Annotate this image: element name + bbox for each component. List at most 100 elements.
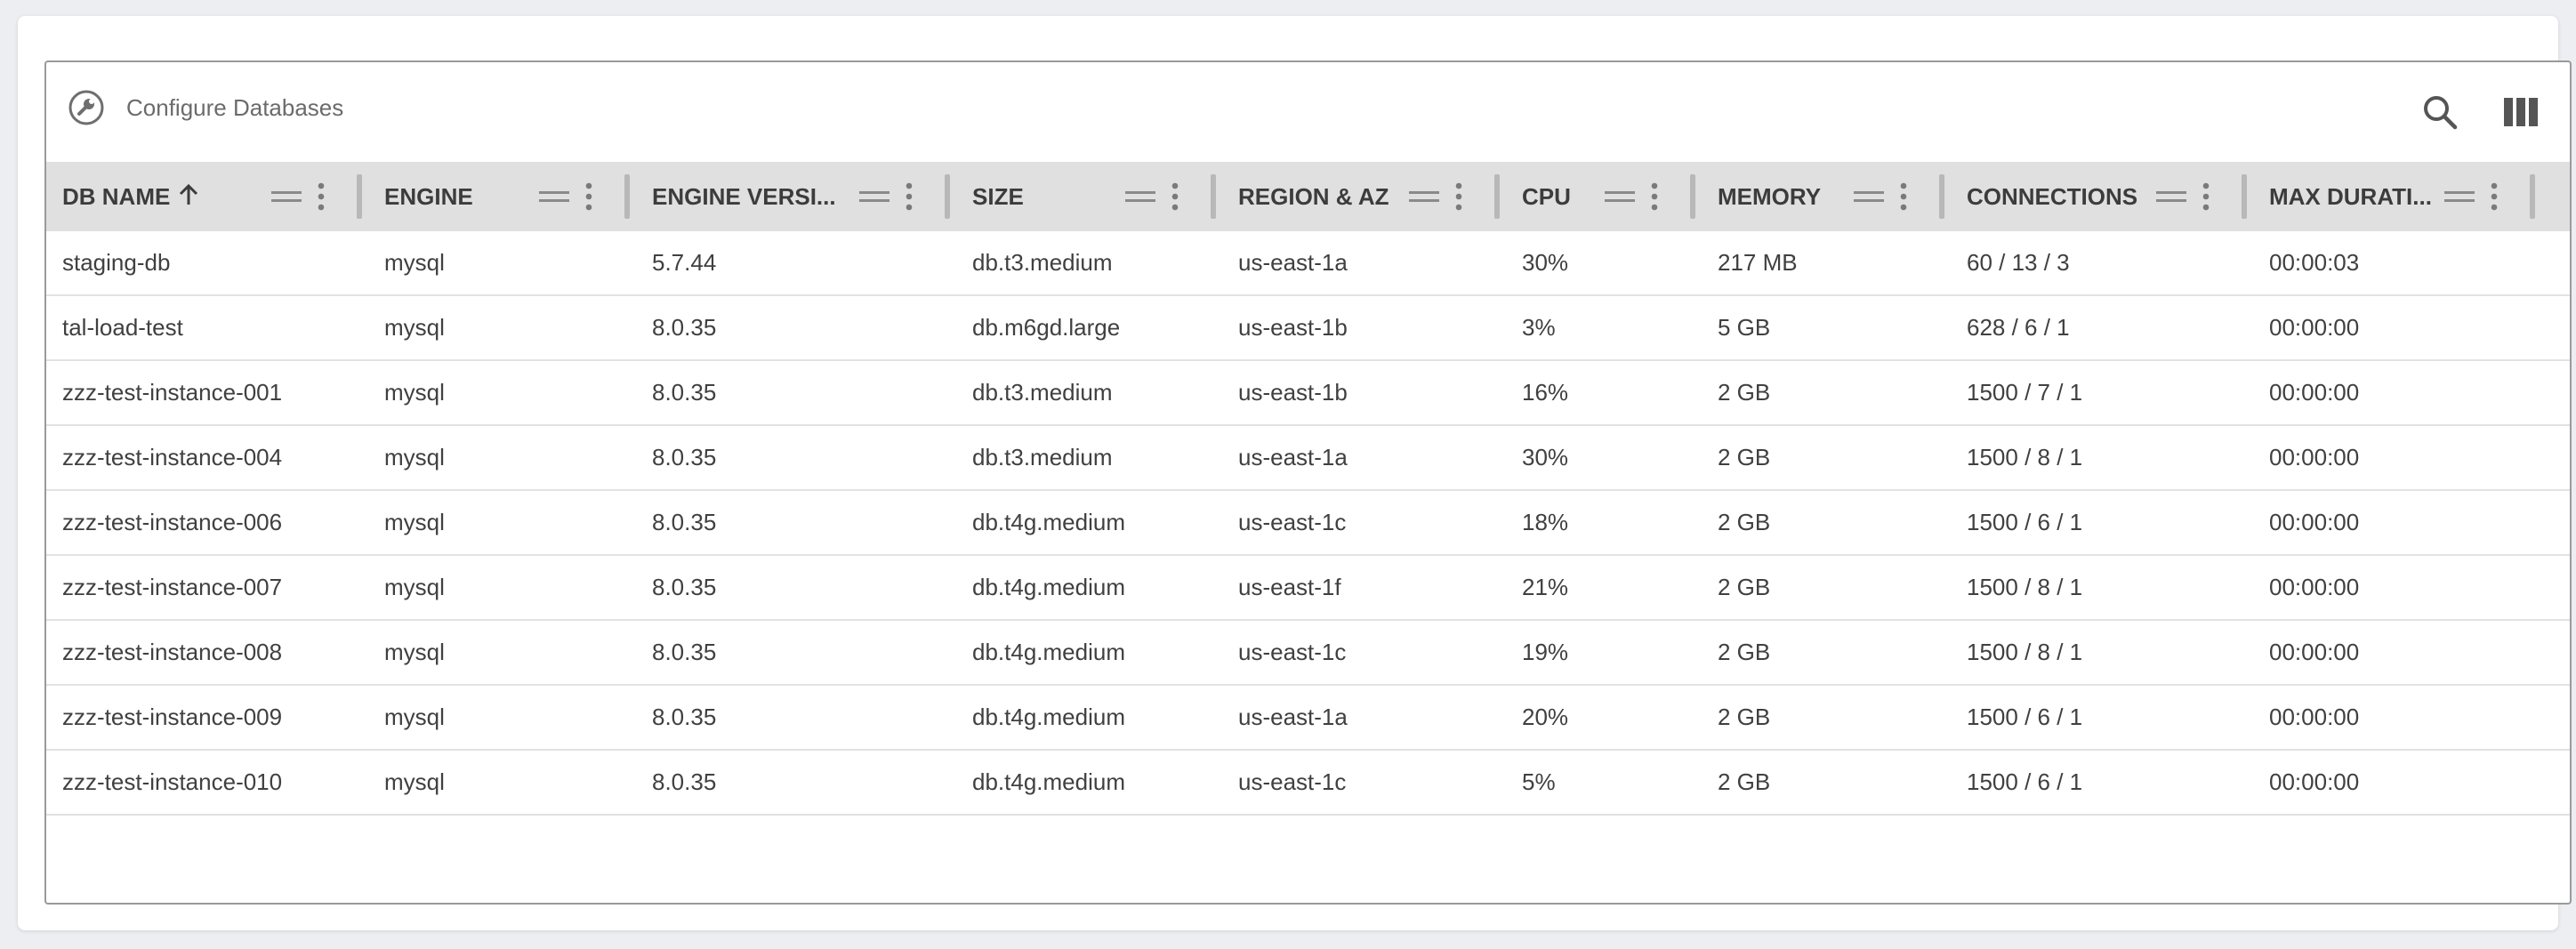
cell-memory: 2 GB (1718, 639, 1771, 665)
cell-cpu: 18% (1522, 509, 1569, 535)
cell-name: zzz-test-instance-007 (62, 574, 283, 600)
column-menu-icon[interactable] (2491, 181, 2498, 212)
cell-memory: 2 GB (1718, 509, 1771, 535)
column-menu-icon[interactable] (2202, 181, 2210, 212)
cell-name: zzz-test-instance-008 (62, 639, 283, 665)
cell-region: us-east-1c (1238, 509, 1347, 535)
drag-handle-icon[interactable] (1125, 191, 1155, 204)
column-header-duration[interactable]: MAX DURATI... (2253, 162, 2542, 231)
column-resize-handle[interactable] (1939, 174, 1944, 219)
column-resize-handle[interactable] (1690, 174, 1695, 219)
cell-engine: mysql (384, 768, 445, 795)
drag-handle-icon[interactable] (2156, 191, 2186, 204)
column-resize-handle[interactable] (2530, 174, 2535, 219)
drag-handle-icon[interactable] (859, 191, 890, 204)
cell-region: us-east-1a (1238, 444, 1348, 470)
drag-handle-icon[interactable] (1605, 191, 1635, 204)
cell-memory: 5 GB (1718, 314, 1771, 341)
cell-size: db.t3.medium (972, 444, 1113, 470)
drag-handle-icon[interactable] (1409, 191, 1439, 204)
column-header-label: CONNECTIONS (1967, 183, 2138, 210)
column-resize-handle[interactable] (1494, 174, 1500, 219)
column-resize-handle[interactable] (357, 174, 362, 219)
search-icon[interactable] (2420, 92, 2459, 132)
cell-duration: 00:00:00 (2269, 444, 2360, 470)
column-menu-icon[interactable] (906, 181, 913, 212)
column-header-connections[interactable]: CONNECTIONS (1951, 162, 2254, 231)
cell-duration: 00:00:00 (2269, 768, 2360, 795)
cell-engine: mysql (384, 379, 445, 406)
cell-name: zzz-test-instance-006 (62, 509, 283, 535)
table-row[interactable]: zzz-test-instance-007 mysql 8.0.35 db.t4g.m… (46, 556, 2570, 621)
cell-size: db.t3.medium (972, 379, 1113, 406)
table-row[interactable]: zzz-test-instance-004 mysql 8.0.35 db.t3.me… (46, 426, 2570, 491)
column-header-name[interactable]: DB NAME (46, 162, 369, 231)
column-header-engine[interactable]: ENGINE (368, 162, 637, 231)
drag-handle-icon[interactable] (2444, 191, 2475, 204)
column-resize-handle[interactable] (2242, 174, 2247, 219)
column-header-region[interactable]: REGION & AZ (1222, 162, 1507, 231)
cell-engine: mysql (384, 249, 445, 276)
column-resize-handle[interactable] (1211, 174, 1216, 219)
column-header-version[interactable]: ENGINE VERSI... (636, 162, 957, 231)
cell-cpu: 3% (1522, 314, 1556, 341)
table-row[interactable]: tal-load-test mysql 8.0.35 db.m6gd.large us-… (46, 296, 2570, 361)
cell-memory: 2 GB (1718, 704, 1771, 730)
cell-memory: 217 MB (1718, 249, 1798, 276)
cell-memory: 2 GB (1718, 574, 1771, 600)
column-menu-icon[interactable] (1900, 181, 1907, 212)
main-card: Configure Databases DB NAME ENGINE ENGINE … (18, 16, 2572, 930)
column-menu-icon[interactable] (318, 181, 325, 212)
column-header-label: MEMORY (1718, 183, 1822, 210)
cell-memory: 2 GB (1718, 444, 1771, 470)
column-menu-icon[interactable] (1651, 181, 1658, 212)
drag-handle-icon[interactable] (539, 191, 569, 204)
cell-connections: 1500 / 6 / 1 (1967, 768, 2083, 795)
column-menu-icon[interactable] (1455, 181, 1462, 212)
table-row[interactable]: zzz-test-instance-006 mysql 8.0.35 db.t4g.m… (46, 491, 2570, 556)
cell-connections: 1500 / 7 / 1 (1967, 379, 2083, 406)
cell-region: us-east-1c (1238, 639, 1347, 665)
drag-handle-icon[interactable] (271, 191, 302, 204)
column-header-label: DB NAME (62, 183, 171, 210)
cell-engine: mysql (384, 314, 445, 341)
drag-handle-icon[interactable] (1854, 191, 1884, 204)
view-columns-icon[interactable] (2504, 98, 2538, 126)
cell-connections: 60 / 13 / 3 (1967, 249, 2070, 276)
column-header-memory[interactable]: MEMORY (1702, 162, 1952, 231)
cell-connections: 1500 / 8 / 1 (1967, 639, 2083, 665)
cell-duration: 00:00:00 (2269, 639, 2360, 665)
cell-version: 8.0.35 (652, 314, 717, 341)
cell-engine: mysql (384, 444, 445, 470)
table-row[interactable]: zzz-test-instance-009 mysql 8.0.35 db.t4g.m… (46, 686, 2570, 751)
column-resize-handle[interactable] (624, 174, 630, 219)
cell-version: 8.0.35 (652, 509, 717, 535)
table-row[interactable]: zzz-test-instance-001 mysql 8.0.35 db.t3.me… (46, 361, 2570, 426)
column-header-size[interactable]: SIZE (956, 162, 1223, 231)
column-header-label: SIZE (972, 183, 1024, 210)
table-row[interactable]: zzz-test-instance-008 mysql 8.0.35 db.t4g.m… (46, 621, 2570, 686)
cell-name: zzz-test-instance-009 (62, 704, 283, 730)
column-menu-icon[interactable] (1171, 181, 1179, 212)
cell-version: 5.7.44 (652, 249, 717, 276)
cell-name: staging-db (62, 249, 171, 276)
cell-region: us-east-1a (1238, 704, 1348, 730)
cell-size: db.t4g.medium (972, 509, 1125, 535)
column-header-label: CPU (1522, 183, 1571, 210)
cell-connections: 1500 / 6 / 1 (1967, 704, 2083, 730)
column-resize-handle[interactable] (945, 174, 950, 219)
cell-region: us-east-1c (1238, 768, 1347, 795)
column-header-cpu[interactable]: CPU (1506, 162, 1703, 231)
cell-name: zzz-test-instance-004 (62, 444, 283, 470)
cell-cpu: 30% (1522, 444, 1569, 470)
cell-version: 8.0.35 (652, 444, 717, 470)
toolbar: Configure Databases (46, 62, 2570, 162)
table-row[interactable]: staging-db mysql 5.7.44 db.t3.medium us-east… (46, 231, 2570, 296)
cell-connections: 1500 / 8 / 1 (1967, 574, 2083, 600)
table-row[interactable]: zzz-test-instance-010 mysql 8.0.35 db.t4g.m… (46, 751, 2570, 816)
cell-cpu: 21% (1522, 574, 1569, 600)
cell-version: 8.0.35 (652, 639, 717, 665)
sort-ascending-icon[interactable] (177, 183, 200, 206)
column-menu-icon[interactable] (585, 181, 592, 212)
column-header-label: ENGINE VERSI... (652, 183, 836, 210)
